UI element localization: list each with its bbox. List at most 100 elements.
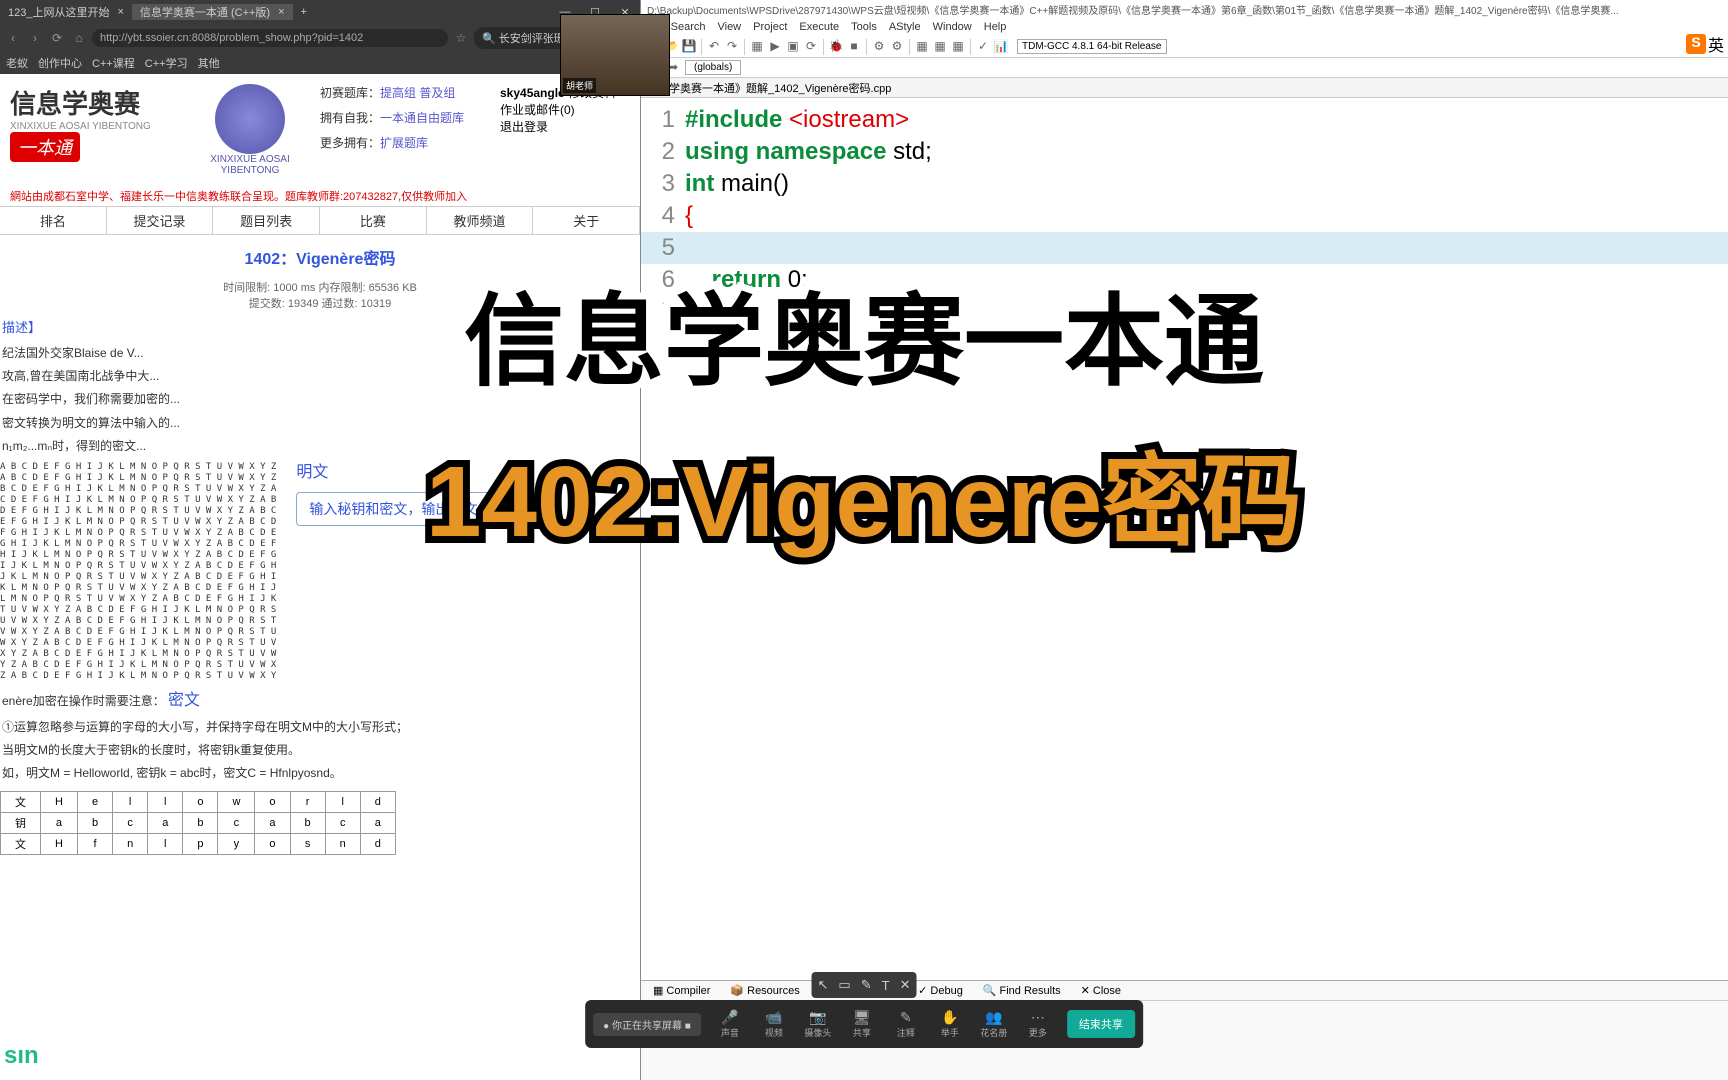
sogou-icon: S (1686, 34, 1706, 54)
reload-icon[interactable]: ⟳ (48, 31, 66, 45)
pointer-icon[interactable]: ↖ (818, 977, 829, 993)
undo-icon[interactable]: ↶ (706, 39, 722, 55)
bookmark-item[interactable]: 创作中心 (38, 55, 82, 71)
ide-menubar: dit Search View Project Execute Tools AS… (641, 18, 1728, 36)
annotate-button[interactable]: ✎注释 (885, 1009, 927, 1039)
panel-tab[interactable]: 🔍 Find Results (975, 982, 1069, 999)
share-status: ● 你正在共享屏幕 ■ (593, 1013, 701, 1036)
nav-tab[interactable]: 关于 (533, 207, 640, 234)
video-button[interactable]: 📹视频 (753, 1009, 795, 1039)
compiler-select[interactable]: TDM-GCC 4.8.1 64-bit Release (1017, 39, 1167, 54)
screen-share-bar: ● 你正在共享屏幕 ■ 🎤声音 📹视频 📷摄像头 🖥共享 ✎注释 ✋举手 👥花名… (585, 1000, 1143, 1048)
video-subtitle-overlay: 1402:Vigenere密码 (426, 420, 1302, 565)
link[interactable]: 退出登录 (500, 120, 548, 134)
save-icon[interactable]: 💾 (681, 39, 697, 55)
site-logo: 信息学奥赛 XINXIXUE AOSAI YIBENTONG 一本通 (10, 84, 190, 176)
nav-tab[interactable]: 题目列表 (213, 207, 320, 234)
address-bar: ‹ › ⟳ ⌂ ☆ 🔍 长安剑评张珊科事件 ≡ (0, 24, 640, 52)
select-icon[interactable]: ▭ (838, 977, 850, 993)
compile-icon[interactable]: ▦ (749, 39, 765, 55)
audio-button[interactable]: 🎤声音 (709, 1009, 751, 1039)
ide-toolbar: 📄 📂 💾 ↶ ↷ ▦ ▶ ▣ ⟳ 🐞 ■ ⚙ ⚙ ▦ ▦ ▦ ✓ 📊 TDM-… (641, 36, 1728, 58)
share-button[interactable]: 🖥共享 (841, 1009, 883, 1039)
file-tab[interactable]: 信息学奥赛一本通》题解_1402_Vigenère密码.cpp (641, 78, 1728, 98)
raise-hand-button[interactable]: ✋举手 (929, 1009, 971, 1039)
nav-tabs: 排名 提交记录 题目列表 比赛 教师频道 关于 (0, 206, 640, 235)
stop-icon[interactable]: ■ (846, 39, 862, 55)
globe-icon (215, 84, 285, 154)
nav-tab[interactable]: 提交记录 (107, 207, 214, 234)
panel-tab[interactable]: 📦 Resources (722, 982, 807, 999)
webcam-overlay[interactable]: 胡老师 (560, 14, 670, 96)
tool-icon[interactable]: ▦ (932, 39, 948, 55)
pen-icon[interactable]: ✎ (861, 977, 872, 993)
menu-item[interactable]: Window (933, 21, 972, 33)
panel-tab[interactable]: ▦ Compiler (645, 982, 718, 999)
url-input[interactable] (92, 29, 448, 47)
debug-icon[interactable]: 🐞 (828, 39, 844, 55)
tool-icon[interactable]: ⚙ (871, 39, 887, 55)
back-icon[interactable]: ‹ (4, 31, 22, 45)
rebuild-icon[interactable]: ⟳ (803, 39, 819, 55)
ide-titlebar: D:\Backup\Documents\WPSDrive\287971430\W… (641, 0, 1728, 18)
example-table: 文Helloworld钥abcabcabca文Hfnlpyosnd (0, 791, 396, 855)
menu-item[interactable]: Search (671, 21, 706, 33)
browser-tab[interactable]: 123_上网从这里开始× (0, 4, 132, 20)
panel-tab[interactable]: ✕ Close (1073, 982, 1129, 999)
globe-logo: XINXIXUE AOSAI YIBENTONG (190, 84, 310, 176)
page-content: 信息学奥赛 XINXIXUE AOSAI YIBENTONG 一本通 XINXI… (0, 74, 640, 1080)
link[interactable]: 扩展题库 (380, 136, 428, 150)
ime-indicator[interactable]: S 英 (1686, 32, 1724, 56)
nav-tab[interactable]: 排名 (0, 207, 107, 234)
nav-tab[interactable]: 教师频道 (427, 207, 534, 234)
menu-item[interactable]: Project (753, 21, 787, 33)
user-panel: sky45angle 修改资料 作业或邮件(0) 退出登录 (500, 84, 630, 176)
bookmark-item[interactable]: C++课程 (92, 55, 135, 71)
close-icon[interactable]: ✕ (900, 977, 911, 993)
run-icon[interactable]: ▶ (767, 39, 783, 55)
scope-select[interactable]: (globals) (685, 60, 741, 75)
link[interactable]: 作业或邮件(0) (500, 103, 575, 117)
bookmarks-bar: 老蚁 创作中心 C++课程 C++学习 其他 (0, 52, 640, 74)
new-tab-button[interactable]: + (293, 6, 315, 18)
panel-tab[interactable]: ✓ Debug (910, 982, 971, 999)
annotation-toolbar: ↖ ▭ ✎ T ✕ (812, 972, 917, 998)
site-banner: 網站由成都石室中学、福建长乐一中信奥教练联合呈现。题库教师群:207432827… (0, 186, 640, 206)
more-button[interactable]: ⋯更多 (1017, 1009, 1059, 1039)
redo-icon[interactable]: ↷ (724, 39, 740, 55)
close-icon[interactable]: × (117, 6, 123, 18)
close-icon[interactable]: × (278, 6, 284, 18)
browser-tab-active[interactable]: 信息学奥赛一本通 (C++版)× (132, 4, 293, 20)
compile-run-icon[interactable]: ▣ (785, 39, 801, 55)
forward-icon[interactable]: › (26, 31, 44, 45)
nav-tab[interactable]: 比赛 (320, 207, 427, 234)
tool-icon[interactable]: ⚙ (889, 39, 905, 55)
camera-button[interactable]: 📷摄像头 (797, 1009, 839, 1039)
bookmark-item[interactable]: C++学习 (145, 55, 188, 71)
roster-button[interactable]: 👥花名册 (973, 1009, 1015, 1039)
link[interactable]: 一本通自由题库 (380, 111, 464, 125)
header-links: 初赛题库：提高组 普及组 拥有自我：一本通自由题库 更多拥有：扩展题库 (310, 84, 500, 176)
ide-toolbar-secondary: ⬅ ➡ (globals) (641, 58, 1728, 78)
watermark: sın (4, 1042, 39, 1070)
menu-item[interactable]: Execute (799, 21, 839, 33)
menu-item[interactable]: Tools (851, 21, 877, 33)
ciphertext-label: 密文 (168, 692, 200, 709)
menu-item[interactable]: AStyle (889, 21, 921, 33)
star-icon[interactable]: ☆ (452, 31, 470, 45)
tool-icon[interactable]: ✓ (975, 39, 991, 55)
bookmark-item[interactable]: 其他 (198, 55, 220, 71)
menu-item[interactable]: View (717, 21, 741, 33)
text-icon[interactable]: T (882, 978, 890, 993)
vigenere-table: A B C D E F G H I J K L M N O P Q R S T … (0, 458, 276, 686)
presenter-name: 胡老师 (563, 78, 596, 93)
tool-icon[interactable]: ▦ (950, 39, 966, 55)
tool-icon[interactable]: 📊 (993, 39, 1009, 55)
tool-icon[interactable]: ▦ (914, 39, 930, 55)
bookmark-item[interactable]: 老蚁 (6, 55, 28, 71)
menu-item[interactable]: Help (984, 21, 1007, 33)
link[interactable]: 提高组 普及组 (380, 86, 455, 100)
home-icon[interactable]: ⌂ (70, 31, 88, 45)
video-title-overlay: 信息学奥赛一本通 (464, 260, 1264, 405)
end-share-button[interactable]: 结束共享 (1067, 1010, 1135, 1038)
